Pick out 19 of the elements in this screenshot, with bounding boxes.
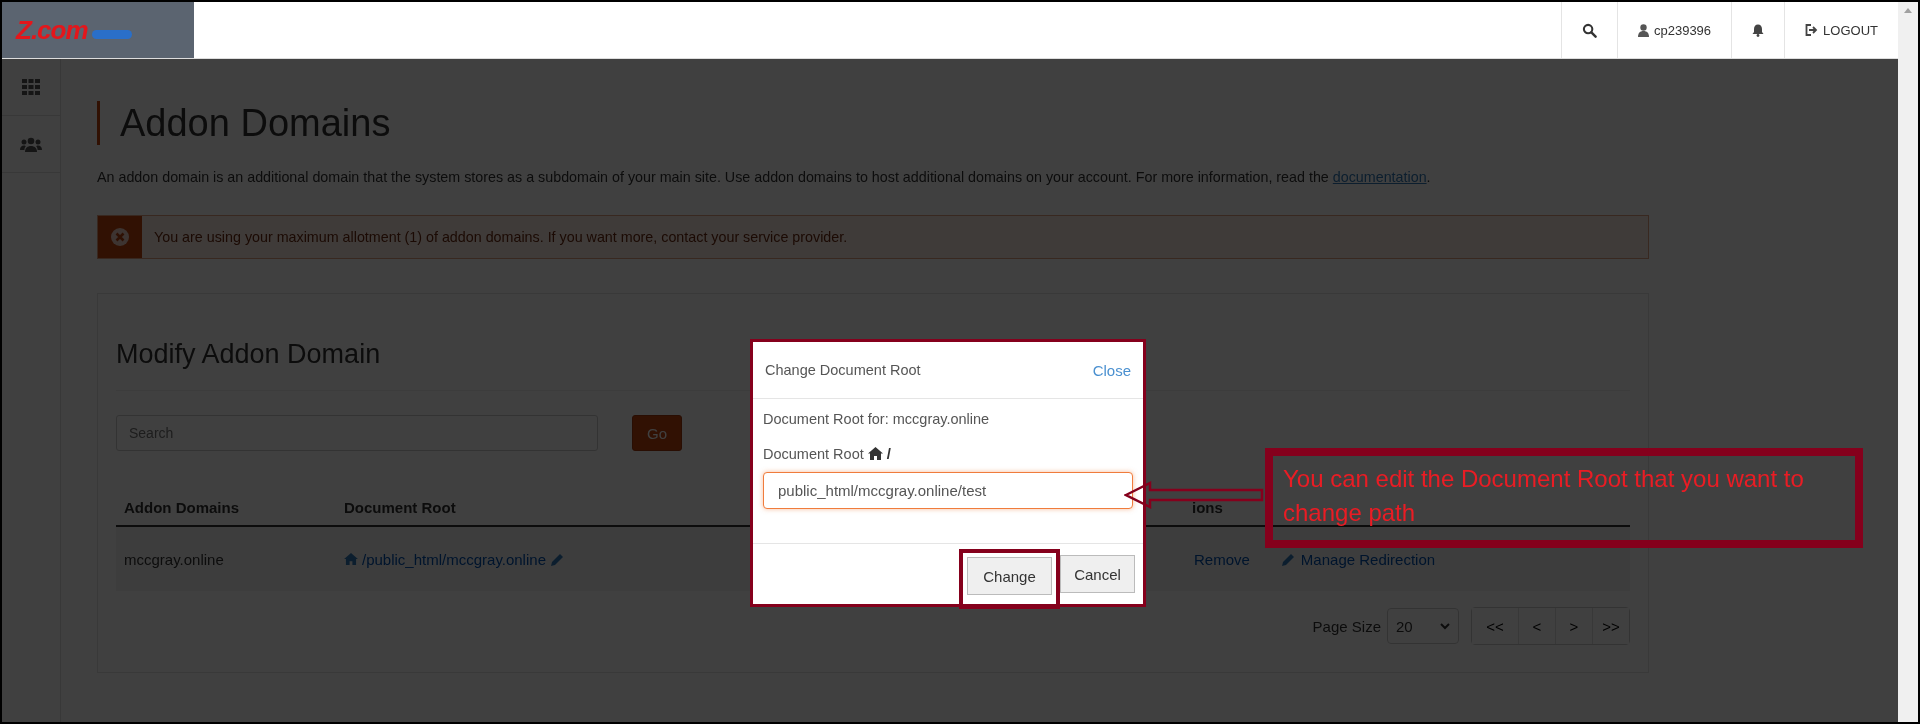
- change-button[interactable]: Change: [967, 557, 1052, 595]
- logout-icon: [1805, 24, 1819, 36]
- scroll-up-icon[interactable]: [1904, 8, 1912, 13]
- field-label: Document Root: [763, 445, 864, 462]
- bell-icon: [1752, 23, 1765, 37]
- annotation-text: You can edit the Document Root that you want to change path: [1283, 464, 1805, 528]
- search-icon: [1581, 22, 1597, 38]
- home-icon: [867, 447, 883, 460]
- user-menu[interactable]: cp239396: [1616, 2, 1732, 58]
- logo[interactable]: Z.com: [2, 2, 194, 58]
- manage-redirection-link[interactable]: Manage Redirection: [1300, 550, 1436, 568]
- cancel-button[interactable]: Cancel: [1060, 555, 1135, 593]
- path-separator: /: [886, 445, 891, 462]
- domain-label: Document Root for: mccgray.online: [763, 411, 991, 427]
- document-root-field[interactable]: public_html/mccgray.online/test: [763, 472, 1133, 509]
- scrollbar[interactable]: [1898, 2, 1918, 722]
- user-icon: [1637, 23, 1649, 37]
- dialog-title: Change Document Root: [765, 362, 921, 378]
- close-link[interactable]: Close: [1092, 361, 1131, 379]
